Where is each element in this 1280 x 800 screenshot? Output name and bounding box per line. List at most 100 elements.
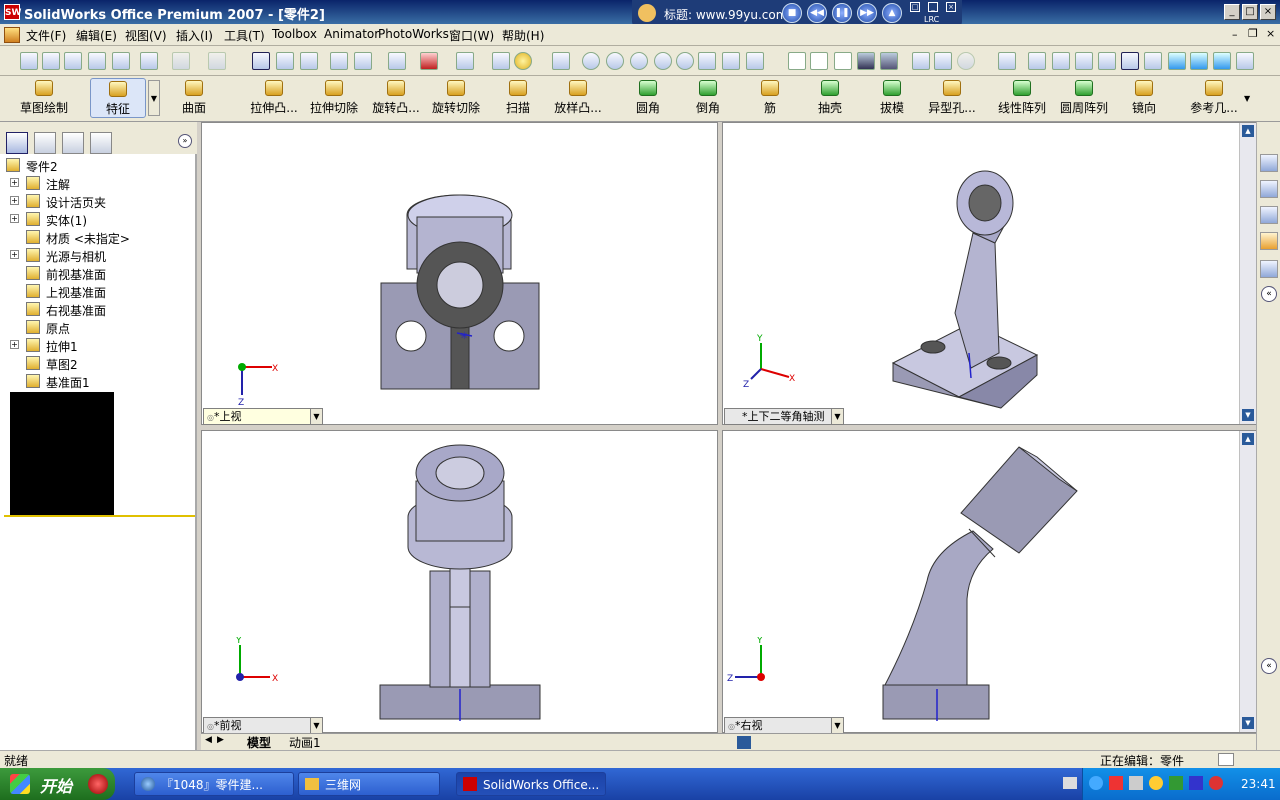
tab-sketch[interactable]: 草图绘制 [14,78,74,118]
zoom-in-out-icon[interactable] [630,52,648,70]
shaded-edges-icon[interactable] [857,52,875,70]
chamfer-button[interactable]: 倒角 [678,78,738,118]
task-solidworks[interactable]: SolidWorks Office... [456,772,606,796]
menu-photoworks[interactable]: PhotoWorks [378,27,449,41]
view-back-icon[interactable] [1052,52,1070,70]
file-explorer-icon[interactable] [1260,206,1278,224]
start-button[interactable]: 开始 [0,768,115,800]
menu-toolbox[interactable]: Toolbox [272,27,317,41]
vertical-scrollbar[interactable]: ▲ ▼ [1239,123,1256,424]
viewport-isometric[interactable]: Y X Z *上下二等角轴测 ▼ ▲ ▼ [722,122,1256,425]
tree-item[interactable]: 基准面1 [0,372,197,390]
view-3d-icon[interactable] [722,52,740,70]
security-icon[interactable] [1209,776,1223,790]
view-palette-icon[interactable] [1260,232,1278,250]
doc-restore-button[interactable]: ❐ [1248,27,1258,40]
select-icon[interactable] [252,52,270,70]
menu-tools[interactable]: 工具(T) [224,27,265,44]
view-label-right[interactable]: ◎*右视 ▼ [724,717,844,734]
viewport-right[interactable]: Y Z ◎*右视 ▼ ▲ ▼ [722,430,1256,734]
vertical-scrollbar[interactable]: ▲ ▼ [1239,431,1256,732]
scroll-down-icon[interactable]: ▼ [1242,717,1254,729]
viewport-top[interactable]: ✳ X Z ◎*上视 ▼ [201,122,718,425]
record-icon[interactable] [88,774,108,794]
view-top-icon[interactable] [1121,52,1139,70]
player-close-icon[interactable]: × [946,2,956,12]
realview-icon[interactable] [957,52,975,70]
tab-model[interactable]: 模型 [247,734,271,751]
zoom-fit-icon[interactable] [582,52,600,70]
reference-geometry-button[interactable]: 参考几... [1184,78,1244,118]
player-minimize-icon[interactable]: _ [928,2,938,12]
tree-item[interactable]: + 拉伸1 [0,336,197,354]
normal-to-icon[interactable] [998,52,1016,70]
help-icon[interactable] [514,52,532,70]
tab-features[interactable]: 特征 [90,78,146,118]
feature-tree-tab-icon[interactable] [6,132,28,154]
tree-item[interactable]: 上视基准面 [0,282,197,300]
circular-pattern-button[interactable]: 圆周阵列 [1054,78,1114,118]
view-label-top[interactable]: ◎*上视 ▼ [203,408,323,425]
loft-button[interactable]: 放样凸... [548,78,608,118]
tree-item[interactable]: 原点 [0,318,197,336]
task-browser[interactable]: 『1048』零件建... [134,772,294,796]
expand-pane-icon[interactable]: « [1261,658,1277,674]
view-left-icon[interactable] [1075,52,1093,70]
list-icon[interactable] [492,52,510,70]
home-icon[interactable] [1260,154,1278,172]
options-icon[interactable] [112,52,130,70]
expand-icon[interactable]: + [10,178,19,187]
extrude-cut-button[interactable]: 拉伸切除 [304,78,364,118]
save-icon[interactable] [64,52,82,70]
menu-window[interactable]: 窗口(W) [449,27,494,44]
lrc-badge[interactable]: LRC [924,15,939,24]
draft-button[interactable]: 拔模 [862,78,922,118]
tree-root[interactable]: 零件2 [0,156,197,174]
scroll-up-icon[interactable]: ▲ [1242,433,1254,445]
box-icon[interactable] [420,52,438,70]
usb-icon[interactable] [1189,776,1203,790]
hscroll-left-icon[interactable] [737,736,751,749]
grid-icon[interactable] [330,52,348,70]
view-bottom-icon[interactable] [1144,52,1162,70]
pdf-icon[interactable] [1109,776,1123,790]
view-dimetric-icon[interactable] [1213,52,1231,70]
view-iso-icon[interactable] [1168,52,1186,70]
display-icon[interactable] [1129,776,1143,790]
clock[interactable]: 23:41 [1241,777,1276,791]
shaded-icon[interactable] [880,52,898,70]
shell-button[interactable]: 抽壳 [800,78,860,118]
tree-item[interactable]: + 设计活页夹 [0,192,197,210]
close-button[interactable]: × [1260,4,1276,20]
hole-wizard-button[interactable]: 异型孔... [922,78,982,118]
tree-item[interactable]: 材质 <未指定> [0,228,197,246]
forward-button[interactable]: ▶▶ [857,3,877,23]
menu-view[interactable]: 视图(V) [125,27,167,44]
view-label-iso[interactable]: *上下二等角轴测 ▼ [724,408,844,425]
linear-pattern-button[interactable]: 线性阵列 [992,78,1052,118]
eject-button[interactable]: ▲ [882,3,902,23]
appearances-icon[interactable] [1260,260,1278,278]
chevron-down-icon[interactable]: ▼ [310,409,322,424]
wireframe-icon[interactable] [788,52,806,70]
print-icon[interactable] [140,52,158,70]
rewind-button[interactable]: ◀◀ [807,3,827,23]
tree-item[interactable]: 前视基准面 [0,264,197,282]
tree-item[interactable]: + 注解 [0,174,197,192]
rib-button[interactable]: 筋 [740,78,800,118]
stop-button[interactable]: ■ [782,3,802,23]
pause-button[interactable]: ❚❚ [832,3,852,23]
measure-icon[interactable] [552,52,570,70]
chevron-down-icon[interactable]: ▼ [831,718,843,733]
commands-dropdown-icon[interactable]: ▼ [1244,94,1250,103]
expand-panel-icon[interactable]: » [178,134,192,148]
scroll-up-icon[interactable]: ▲ [1242,125,1254,137]
zoom-selection-icon[interactable] [654,52,672,70]
tree-item[interactable]: 右视基准面 [0,300,197,318]
tree-item[interactable]: + 光源与相机 [0,246,197,264]
viewport-front[interactable]: Y X ◎*前视 ▼ [201,430,718,734]
volume-icon[interactable] [1169,776,1183,790]
open-icon[interactable] [42,52,60,70]
traffic-light-icon[interactable] [300,52,318,70]
menu-animator[interactable]: Animator [324,27,379,41]
